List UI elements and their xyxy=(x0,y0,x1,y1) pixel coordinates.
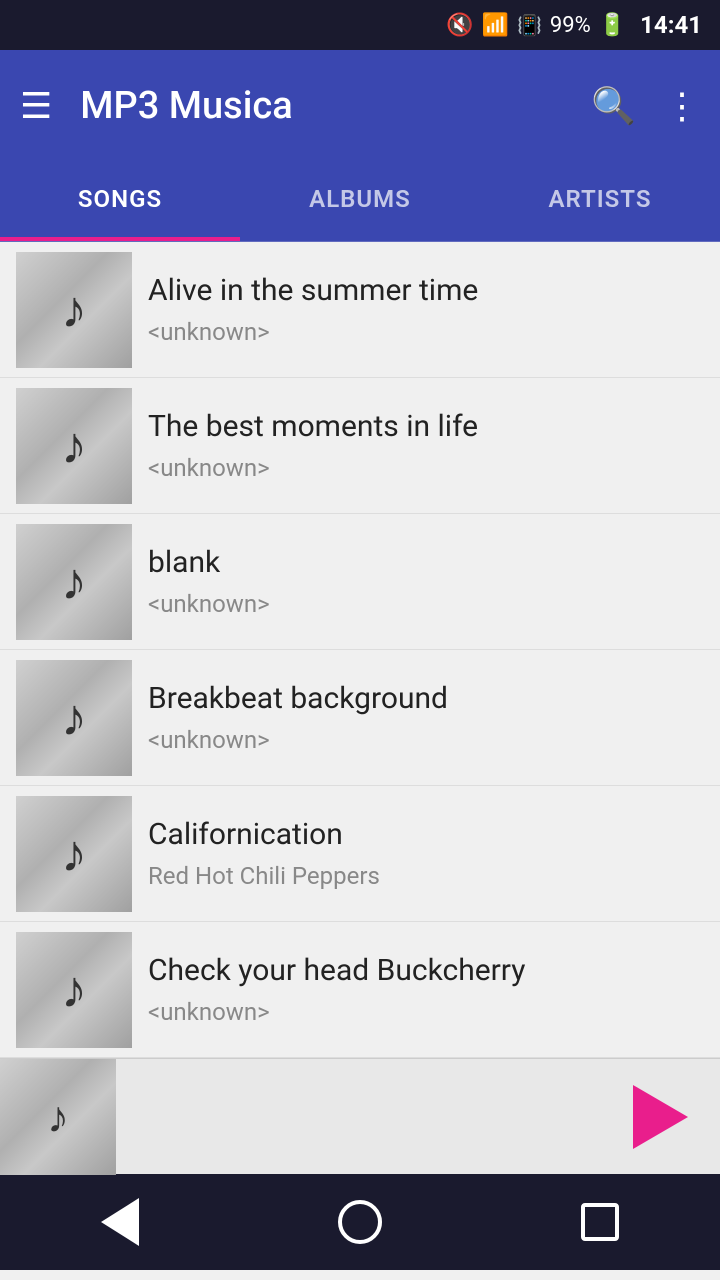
play-icon xyxy=(633,1085,688,1149)
tab-artists[interactable]: ARTISTS xyxy=(480,161,720,241)
menu-icon[interactable]: ☰ xyxy=(20,85,52,127)
song-thumbnail: ♪ xyxy=(16,660,132,776)
list-item[interactable]: ♪ Check your head Buckcherry <unknown> xyxy=(0,922,720,1058)
app-title: MP3 Musica xyxy=(80,84,563,128)
song-info: blank <unknown> xyxy=(148,545,720,618)
wifi-icon: 📶 xyxy=(482,13,509,38)
song-artist: <unknown> xyxy=(148,590,720,618)
mute-icon: 🔇 xyxy=(446,13,473,38)
list-item[interactable]: ♪ Breakbeat background <unknown> xyxy=(0,650,720,786)
song-info: Check your head Buckcherry <unknown> xyxy=(148,953,720,1026)
tabs-bar: SONGS ALBUMS ARTISTS xyxy=(0,162,720,242)
list-item[interactable]: ♪ Alive in the summer time <unknown> xyxy=(0,242,720,378)
song-info: Californication Red Hot Chili Peppers xyxy=(148,817,720,890)
song-thumbnail: ♪ xyxy=(16,524,132,640)
back-icon xyxy=(101,1198,139,1246)
song-title: blank xyxy=(148,545,720,580)
back-button[interactable] xyxy=(90,1192,150,1252)
recent-icon xyxy=(581,1203,619,1241)
song-title: Check your head Buckcherry xyxy=(148,953,720,988)
search-icon[interactable]: 🔍 xyxy=(591,85,636,127)
song-title: Breakbeat background xyxy=(148,681,720,716)
list-item[interactable]: ♪ The best moments in life <unknown> xyxy=(0,378,720,514)
music-note-icon: ♪ xyxy=(47,1091,69,1143)
song-artist: <unknown> xyxy=(148,318,720,346)
status-icons: 🔇 📶 📳 99% 🔋 14:41 xyxy=(446,11,702,39)
song-list: ♪ Alive in the summer time <unknown> ♪ T… xyxy=(0,242,720,1058)
song-artist: <unknown> xyxy=(148,998,720,1026)
music-note-icon: ♪ xyxy=(61,959,87,1020)
tab-albums[interactable]: ALBUMS xyxy=(240,161,480,241)
song-info: Breakbeat background <unknown> xyxy=(148,681,720,754)
status-time: 14:41 xyxy=(640,11,702,39)
list-item[interactable]: ♪ Californication Red Hot Chili Peppers xyxy=(0,786,720,922)
now-playing-bar[interactable]: ♪ xyxy=(0,1058,720,1174)
bottom-navigation xyxy=(0,1174,720,1270)
song-artist: <unknown> xyxy=(148,454,720,482)
music-note-icon: ♪ xyxy=(61,551,87,612)
song-artist: Red Hot Chili Peppers xyxy=(148,862,720,890)
home-button[interactable] xyxy=(330,1192,390,1252)
song-title: Californication xyxy=(148,817,720,852)
song-title: Alive in the summer time xyxy=(148,273,720,308)
tab-songs[interactable]: SONGS xyxy=(0,161,240,241)
music-note-icon: ♪ xyxy=(61,687,87,748)
song-thumbnail: ♪ xyxy=(16,932,132,1048)
battery-icon: 🔋 xyxy=(599,13,626,38)
music-note-icon: ♪ xyxy=(61,279,87,340)
song-thumbnail: ♪ xyxy=(16,252,132,368)
recent-button[interactable] xyxy=(570,1192,630,1252)
play-button[interactable] xyxy=(620,1077,700,1157)
song-info: Alive in the summer time <unknown> xyxy=(148,273,720,346)
more-vert-icon[interactable]: ⋮ xyxy=(664,85,700,127)
song-thumbnail: ♪ xyxy=(16,388,132,504)
battery-level: 99% xyxy=(550,13,591,38)
app-bar: ☰ MP3 Musica 🔍 ⋮ xyxy=(0,50,720,162)
now-playing-thumbnail: ♪ xyxy=(0,1059,116,1175)
song-thumbnail: ♪ xyxy=(16,796,132,912)
status-bar: 🔇 📶 📳 99% 🔋 14:41 xyxy=(0,0,720,50)
song-title: The best moments in life xyxy=(148,409,720,444)
sim-icon: 📳 xyxy=(517,13,542,37)
list-item[interactable]: ♪ blank <unknown> xyxy=(0,514,720,650)
music-note-icon: ♪ xyxy=(61,823,87,884)
home-icon xyxy=(338,1200,382,1244)
music-note-icon: ♪ xyxy=(61,415,87,476)
song-info: The best moments in life <unknown> xyxy=(148,409,720,482)
song-artist: <unknown> xyxy=(148,726,720,754)
